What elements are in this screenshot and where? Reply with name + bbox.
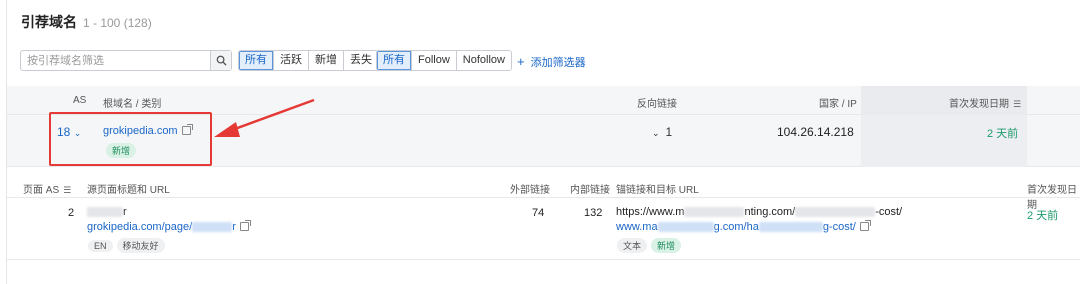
arrow-head <box>214 122 240 137</box>
arrow-shaft <box>231 98 315 132</box>
annotation-arrow <box>214 98 315 137</box>
